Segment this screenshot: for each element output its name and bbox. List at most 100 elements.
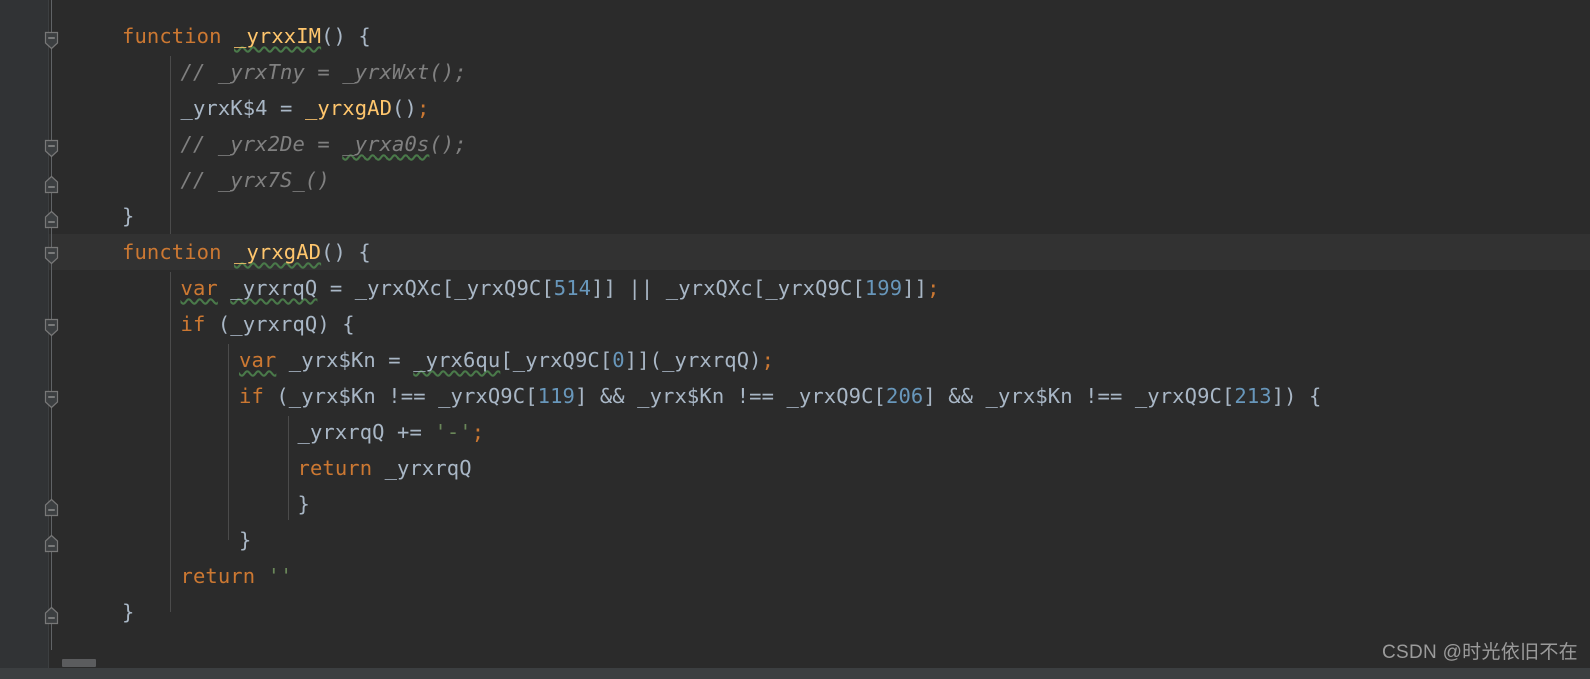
code-token: _yrxrqQ: [372, 456, 472, 480]
code-token: '-': [434, 420, 472, 444]
code-line[interactable]: _yrxK$4 = _yrxgAD();: [48, 90, 430, 126]
code-folding-rail[interactable]: [0, 0, 59, 679]
fold-expand-end-icon[interactable]: [44, 175, 59, 194]
code-line[interactable]: function _yrxxIM() {: [48, 18, 371, 54]
code-token: // _yrx2De =: [180, 132, 343, 156]
code-line-content: if (_yrxrqQ) {: [48, 306, 355, 342]
editor-text-area[interactable]: function _yrxxIM() {// _yrxTny = _yrxWxt…: [48, 0, 1590, 679]
fold-collapse-icon[interactable]: [44, 390, 59, 409]
code-line-content: function _yrxgAD() {: [48, 234, 371, 270]
fold-collapse-icon[interactable]: [44, 139, 59, 158]
fold-expand-end-icon[interactable]: [44, 498, 59, 517]
code-line[interactable]: // _yrx7S_(): [48, 162, 330, 198]
code-token: ();: [429, 132, 467, 156]
code-token: return: [297, 456, 373, 480]
code-token: '': [267, 564, 293, 588]
code-token: if: [239, 384, 264, 408]
code-token: var: [239, 348, 277, 372]
code-line[interactable]: var _yrxrqQ = _yrxQXc[_yrxQ9C[514]] || _…: [48, 270, 940, 306]
code-line[interactable]: }: [48, 198, 134, 234]
code-token: 119: [537, 384, 575, 408]
code-editor-window: function _yrxxIM() {// _yrxTny = _yrxWxt…: [0, 0, 1590, 679]
code-token: 199: [864, 276, 903, 300]
code-token: function: [122, 240, 222, 264]
code-token: ;: [416, 96, 430, 120]
code-line-content: var _yrx$Kn = _yrx6qu[_yrxQ9C[0]](_yrxrq…: [48, 342, 774, 378]
fold-expand-end-icon[interactable]: [44, 210, 59, 229]
code-token: }: [239, 528, 252, 552]
code-line[interactable]: if (_yrx$Kn !== _yrxQ9C[119] && _yrx$Kn …: [48, 378, 1322, 414]
code-line[interactable]: // _yrxTny = _yrxWxt();: [48, 54, 467, 90]
code-token: }: [122, 204, 135, 228]
code-token: _yrx$Kn =: [276, 348, 414, 372]
code-token: () {: [321, 240, 371, 264]
code-line[interactable]: if (_yrxrqQ) {: [48, 306, 355, 342]
code-line-content: function _yrxxIM() {: [48, 18, 371, 54]
horizontal-scrollbar-thumb[interactable]: [62, 659, 96, 667]
code-line-content: _yrxK$4 = _yrxgAD();: [48, 90, 430, 126]
code-line-content: // _yrx7S_(): [48, 162, 330, 198]
code-line-content: // _yrx2De = _yrxa0s();: [48, 126, 467, 162]
code-token: // _yrxTny = _yrxWxt();: [180, 60, 467, 84]
code-line[interactable]: // _yrx2De = _yrxa0s();: [48, 126, 467, 162]
code-token: () {: [321, 24, 371, 48]
code-token: ] && _yrx$Kn !== _yrxQ9C[: [574, 384, 887, 408]
code-line[interactable]: }: [48, 594, 134, 630]
fold-collapse-icon[interactable]: [44, 246, 59, 265]
fold-expand-end-icon[interactable]: [44, 606, 59, 625]
code-line-content: if (_yrx$Kn !== _yrxQ9C[119] && _yrx$Kn …: [48, 378, 1322, 414]
code-line-content: return '': [48, 558, 293, 594]
code-token: = _yrxQXc[_yrxQ9C[: [317, 276, 554, 300]
code-token: }: [297, 492, 310, 516]
csdn-watermark: CSDN @时光依旧不在: [1381, 642, 1578, 663]
code-line-content: var _yrxrqQ = _yrxQXc[_yrxQ9C[514]] || _…: [48, 270, 940, 306]
code-line[interactable]: }: [48, 486, 310, 522]
code-token: _yrxa0s: [342, 132, 430, 156]
code-token: (): [392, 96, 417, 120]
code-line[interactable]: return _yrxrqQ: [48, 450, 472, 486]
code-token: 0: [612, 348, 625, 372]
code-line[interactable]: return '': [48, 558, 293, 594]
code-token: return: [180, 564, 256, 588]
code-token: (_yrx$Kn !== _yrxQ9C[: [263, 384, 538, 408]
code-token: ] && _yrx$Kn !== _yrxQ9C[: [923, 384, 1235, 408]
code-token: var: [180, 276, 218, 300]
code-token: [_yrxQ9C[: [500, 348, 613, 372]
horizontal-scrollbar-track[interactable]: [48, 657, 1590, 668]
code-token: 206: [886, 384, 924, 408]
code-line[interactable]: }: [48, 522, 251, 558]
code-token: _yrx6qu: [413, 348, 501, 372]
fold-expand-end-icon[interactable]: [44, 534, 59, 553]
code-token: _yrxxIM: [234, 24, 322, 48]
code-token: ;: [471, 420, 485, 444]
code-line[interactable]: var _yrx$Kn = _yrx6qu[_yrxQ9C[0]](_yrxrq…: [48, 342, 774, 378]
code-token: ;: [927, 276, 940, 300]
code-token: 514: [553, 276, 592, 300]
code-line[interactable]: function _yrxgAD() {: [48, 234, 1590, 270]
code-line-content: return _yrxrqQ: [48, 450, 472, 486]
code-token: // _yrx7S_(): [180, 168, 330, 192]
code-line-content: }: [48, 522, 251, 558]
code-token: ]] || _yrxQXc[_yrxQ9C[: [591, 276, 865, 300]
fold-collapse-icon[interactable]: [44, 318, 59, 337]
code-token: ]](_yrxrqQ): [624, 348, 762, 372]
code-line-content: // _yrxTny = _yrxWxt();: [48, 54, 467, 90]
code-token: _yrxK$4: [180, 96, 268, 120]
code-token: _yrxrqQ +=: [297, 420, 435, 444]
code-token: =: [267, 96, 305, 120]
code-token: (_yrxrqQ) {: [205, 312, 355, 336]
code-token: if: [180, 312, 206, 336]
code-line-content: }: [48, 594, 134, 630]
editor-bottom-strip: [0, 668, 1590, 679]
code-token: }: [122, 600, 135, 624]
code-token: ;: [761, 348, 775, 372]
code-token: function: [122, 24, 222, 48]
code-token: _yrxgAD: [304, 96, 393, 120]
code-line[interactable]: _yrxrqQ += '-';: [48, 414, 485, 450]
code-token: _yrxgAD: [234, 240, 322, 264]
fold-collapse-icon[interactable]: [44, 31, 59, 50]
